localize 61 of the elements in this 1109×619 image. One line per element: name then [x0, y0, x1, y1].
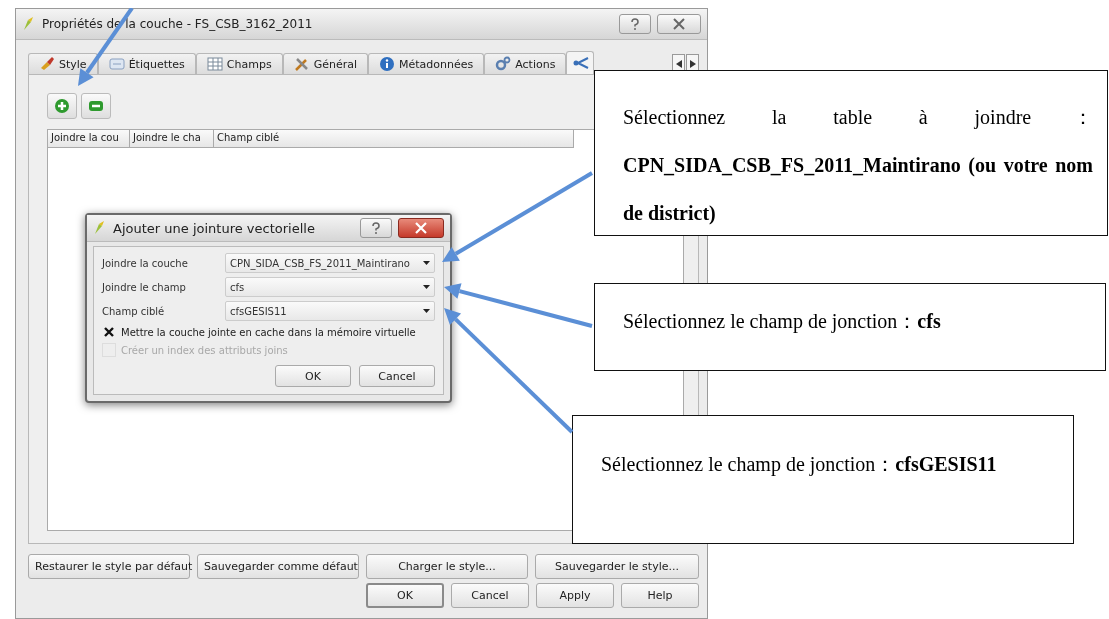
plus-icon	[55, 99, 69, 113]
field-label: Joindre le champ	[102, 281, 187, 293]
gear-icon	[495, 56, 512, 72]
dialog-button[interactable]: OK	[275, 365, 351, 387]
dialog-button[interactable]: OK	[366, 583, 444, 608]
join-icon	[573, 55, 590, 71]
help-icon	[630, 18, 640, 30]
column-header[interactable]: Joindre le cha	[130, 130, 214, 148]
dialog-title: Ajouter une jointure vectorielle	[113, 220, 315, 236]
caret-icon	[423, 309, 430, 313]
close-icon	[673, 18, 685, 30]
brush-icon	[39, 56, 55, 72]
close-icon	[415, 222, 427, 234]
close-button[interactable]	[398, 218, 444, 238]
help-icon	[371, 222, 381, 234]
dialog-button[interactable]: Cancel	[451, 583, 529, 608]
tab[interactable]: Style	[28, 53, 98, 74]
remove-button[interactable]	[81, 93, 111, 119]
checkbox[interactable]	[102, 325, 116, 339]
dropdown[interactable]: cfs	[225, 277, 435, 297]
cross-icon	[104, 327, 114, 337]
style-button[interactable]: Charger le style...	[366, 554, 528, 579]
tab[interactable]: Actions	[484, 53, 567, 74]
column-header[interactable]: Joindre la cou	[48, 130, 130, 148]
dialog-button[interactable]: Help	[621, 583, 699, 608]
right-arrow-icon	[689, 60, 696, 68]
checkbox-label: Mettre la couche jointe en cache dans la mémoire virtuelle	[121, 326, 416, 338]
dropdown-value: cfs	[230, 281, 246, 293]
style-button[interactable]: Sauvegarder le style...	[535, 554, 699, 579]
label-icon	[108, 56, 125, 72]
callout-text: Sélectionnez le champ de jonction：cfsGESIS11	[601, 452, 998, 478]
caret-icon	[423, 285, 430, 289]
add-button[interactable]	[47, 93, 77, 119]
tools-icon	[293, 56, 310, 72]
close-button[interactable]	[657, 14, 701, 34]
dialog-button[interactable]: Cancel	[359, 365, 435, 387]
dropdown-value: cfsGESIS11	[230, 305, 288, 317]
field-label: Joindre la couche	[102, 257, 189, 269]
dropdown[interactable]: CPN_SIDA_CSB_FS_2011_Maintirano	[225, 253, 435, 273]
tab[interactable]: Champs	[195, 53, 283, 74]
table-icon	[206, 56, 223, 72]
style-button[interactable]: Sauvegarder comme défaut	[197, 554, 359, 579]
callout-text: Sélectionnez la table à joindre：CPN_SIDA_CSB_FS_2011_Maintirano (ou votre nom de district)	[623, 105, 1093, 226]
column-header[interactable]: Champ ciblé	[214, 130, 574, 148]
tab[interactable]: Général	[282, 53, 368, 74]
style-button[interactable]: Restaurer le style par défaut	[28, 554, 190, 579]
callout-text: Sélectionnez le champ de jonction：cfs	[623, 309, 942, 335]
checkbox-label: Créer un index des attributs joins	[121, 344, 288, 356]
caret-icon	[423, 261, 430, 265]
help-button[interactable]	[619, 14, 651, 34]
dialog-button[interactable]: Apply	[536, 583, 614, 608]
dropdown[interactable]: cfsGESIS11	[225, 301, 435, 321]
tab[interactable]: Métadonnées	[368, 53, 485, 74]
field-label: Champ ciblé	[102, 305, 166, 317]
tab[interactable]	[566, 51, 595, 74]
minus-icon	[89, 101, 103, 111]
dropdown-value: CPN_SIDA_CSB_FS_2011_Maintirano	[230, 257, 411, 269]
help-button[interactable]	[360, 218, 392, 238]
info-icon	[379, 56, 395, 72]
tab[interactable]: Étiquettes	[97, 53, 196, 74]
left-arrow-icon	[675, 60, 682, 68]
